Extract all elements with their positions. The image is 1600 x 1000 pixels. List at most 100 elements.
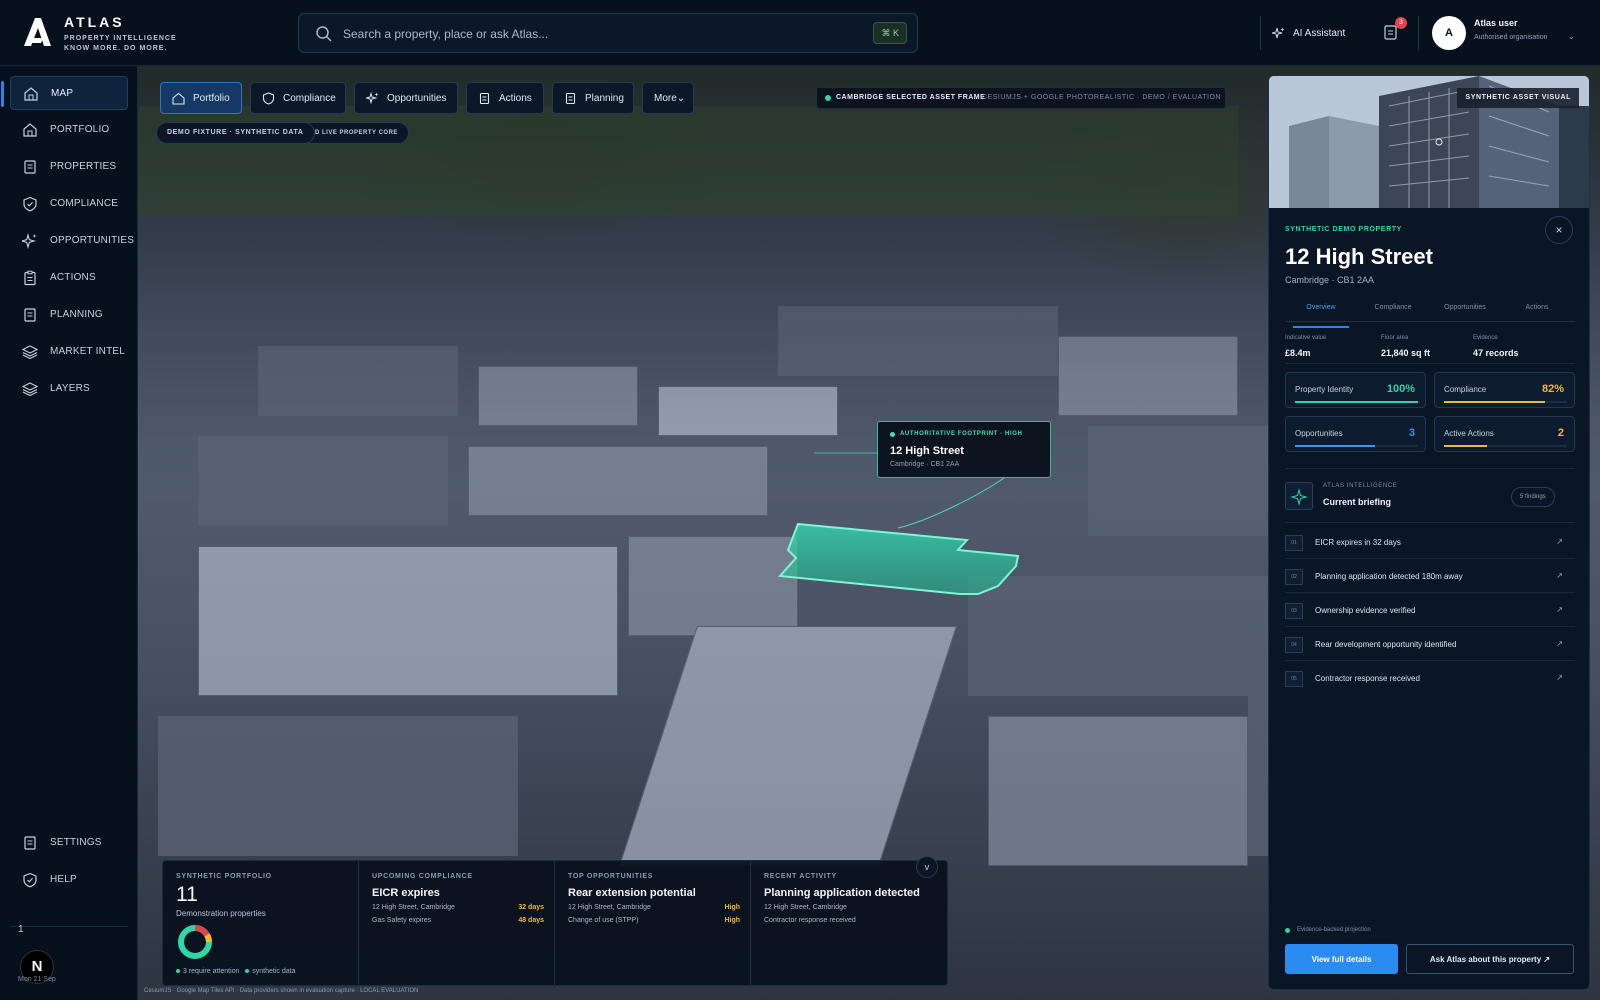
building-icon xyxy=(23,123,37,137)
card-title: EICR expires xyxy=(372,887,440,899)
sidebar-item-market-intel[interactable]: MARKET INTEL xyxy=(10,335,128,369)
finding-number: 05 xyxy=(1285,671,1303,687)
tab-overview[interactable]: Overview xyxy=(1285,304,1357,328)
document-icon xyxy=(24,308,36,322)
row-value: High xyxy=(724,917,740,924)
sidebar-item-opportunities[interactable]: OPPORTUNITIES xyxy=(10,224,134,258)
sidebar-item-planning[interactable]: PLANNING xyxy=(10,298,128,332)
sidebar-item-label: MAP xyxy=(51,88,74,99)
sidebar-item-label: SETTINGS xyxy=(50,837,102,848)
tab-opportunities[interactable]: Opportunities xyxy=(1429,304,1501,311)
tab-compliance[interactable]: Compliance xyxy=(250,82,346,114)
sidebar-item-map[interactable]: MAP xyxy=(1,76,128,110)
score-card-compliance[interactable]: Compliance 82% xyxy=(1434,372,1575,408)
close-button[interactable]: × xyxy=(1545,216,1573,244)
portfolio-count: 11 xyxy=(176,883,198,906)
tab-planning[interactable]: Planning xyxy=(552,82,634,114)
tab-portfolio[interactable]: Portfolio xyxy=(160,82,242,114)
sidebar-item-help[interactable]: HELP xyxy=(10,863,128,897)
list-item: Change of use (STPP) High xyxy=(568,917,740,924)
active-tab-indicator xyxy=(1293,326,1349,328)
top-header: ATLAS PROPERTY INTELLIGENCE KNOW MORE. D… xyxy=(0,0,1600,66)
tab-actions[interactable]: Actions xyxy=(466,82,544,114)
stat-floor-area: Floor area 21,840 sq ft xyxy=(1381,335,1471,358)
ask-atlas-button[interactable]: Ask Atlas about this property ↗ xyxy=(1406,944,1574,974)
sidebar-item-portfolio[interactable]: PORTFOLIO xyxy=(10,113,128,147)
divider xyxy=(1285,468,1575,469)
finding-item[interactable]: 05 Contractor response received ↗ xyxy=(1285,661,1575,695)
sidebar-item-label: PLANNING xyxy=(50,309,103,320)
score-value: 100% xyxy=(1386,383,1415,395)
score-label: Compliance xyxy=(1444,385,1487,394)
sidebar-item-settings[interactable]: SETTINGS xyxy=(10,826,128,860)
search-input[interactable] xyxy=(343,23,843,45)
finding-item[interactable]: 03 Ownership evidence verified ↗ xyxy=(1285,593,1575,627)
asset-frame-title: CAMBRIDGE SELECTED ASSET FRAME xyxy=(836,94,986,101)
tab-actions[interactable]: Actions xyxy=(1501,304,1573,311)
finding-number: 03 xyxy=(1285,603,1303,619)
activity-summary-card[interactable]: RECENT ACTIVITY Planning application det… xyxy=(751,861,947,987)
sidebar-item-label: COMPLIANCE xyxy=(50,198,119,209)
property-callout[interactable]: AUTHORITATIVE FOOTPRINT · HIGH 12 High S… xyxy=(877,421,1051,478)
sidebar-divider xyxy=(10,926,128,927)
finding-item[interactable]: 01 EICR expires in 32 days ↗ xyxy=(1285,525,1575,559)
header-divider xyxy=(1418,16,1419,50)
finding-item[interactable]: 02 Planning application detected 180m aw… xyxy=(1285,559,1575,593)
tab-label: Planning xyxy=(585,93,624,104)
row-value: High xyxy=(724,904,740,911)
finding-text: Ownership evidence verified xyxy=(1315,606,1416,615)
list-item: 12 High Street, Cambridge High xyxy=(568,904,740,911)
portfolio-summary-card[interactable]: SYNTHETIC PORTFOLIO 11 Demonstration pro… xyxy=(163,861,359,987)
status-dot xyxy=(825,95,831,101)
tab-compliance[interactable]: Compliance xyxy=(1357,304,1429,311)
search-bar[interactable]: ⌘ K xyxy=(298,13,918,53)
sidebar-item-label: LAYERS xyxy=(50,383,90,394)
status-dot xyxy=(890,432,895,437)
callout-kicker: AUTHORITATIVE FOOTPRINT · HIGH xyxy=(900,431,1023,437)
portfolio-donut-chart xyxy=(178,925,212,959)
row-text: Contractor response received xyxy=(764,917,856,924)
sidebar-item-properties[interactable]: PROPERTIES xyxy=(10,150,128,184)
tab-more[interactable]: More⌄ xyxy=(642,82,694,114)
app-tagline: PROPERTY INTELLIGENCE KNOW MORE. DO MORE… xyxy=(64,34,184,54)
sidebar-item-actions[interactable]: ACTIONS xyxy=(10,261,128,295)
finding-text: EICR expires in 32 days xyxy=(1315,538,1401,547)
score-card-opportunities[interactable]: Opportunities 3 xyxy=(1285,416,1426,452)
property-detail-panel: SYNTHETIC ASSET VISUAL SYNTHETIC DEMO PR… xyxy=(1268,75,1590,990)
demo-fixture-badge: DEMO FIXTURE · SYNTHETIC DATA xyxy=(156,122,315,144)
sidebar-footer-number: 1 xyxy=(18,924,24,935)
portfolio-subtitle: Demonstration properties xyxy=(176,909,266,918)
gear-icon xyxy=(24,836,36,850)
arrow-up-right-icon: ↗ xyxy=(1556,639,1563,648)
ai-assistant-button[interactable]: AI Assistant xyxy=(1272,22,1345,44)
row-text: Change of use (STPP) xyxy=(568,917,639,924)
notifications-button[interactable]: 3 xyxy=(1382,17,1407,44)
shield-icon xyxy=(23,196,37,212)
opportunities-summary-card[interactable]: TOP OPPORTUNITIES Rear extension potenti… xyxy=(555,861,751,987)
score-card-active-actions[interactable]: Active Actions 2 xyxy=(1434,416,1575,452)
user-menu[interactable]: A Atlas user Authorised organisation ⌄ xyxy=(1430,14,1590,52)
view-full-details-button[interactable]: View full details xyxy=(1285,944,1398,974)
row-text: 12 High Street, Cambridge xyxy=(372,904,455,911)
search-icon xyxy=(316,26,332,42)
card-title: Rear extension potential xyxy=(568,887,696,899)
atlas-logo-icon xyxy=(24,18,51,46)
sidebar-item-layers[interactable]: LAYERS xyxy=(10,372,128,406)
score-card-property-identity[interactable]: Property Identity 100% xyxy=(1285,372,1426,408)
search-shortcut-hint: ⌘ K xyxy=(873,22,907,44)
tab-label: Actions xyxy=(499,93,532,104)
status-dot xyxy=(176,969,180,974)
tab-opportunities[interactable]: Opportunities xyxy=(354,82,458,114)
finding-item[interactable]: 04 Rear development opportunity identifi… xyxy=(1285,627,1575,661)
tab-label: Opportunities xyxy=(387,93,447,104)
document-icon xyxy=(24,160,36,174)
atlas-logo[interactable]: ATLAS PROPERTY INTELLIGENCE KNOW MORE. D… xyxy=(22,14,176,54)
finding-text: Planning application detected 180m away xyxy=(1315,572,1463,581)
sidebar-item-compliance[interactable]: COMPLIANCE xyxy=(10,187,128,221)
sidebar-footer-date: Mon 21 Sep xyxy=(18,976,56,983)
property-address: Cambridge · CB1 2AA xyxy=(1285,275,1375,285)
collapse-strip-button[interactable]: v xyxy=(916,856,938,878)
compliance-summary-card[interactable]: UPCOMING COMPLIANCE EICR expires 12 High… xyxy=(359,861,555,987)
card-kicker: TOP OPPORTUNITIES xyxy=(568,873,654,880)
sidebar-item-label: OPPORTUNITIES xyxy=(50,235,135,246)
